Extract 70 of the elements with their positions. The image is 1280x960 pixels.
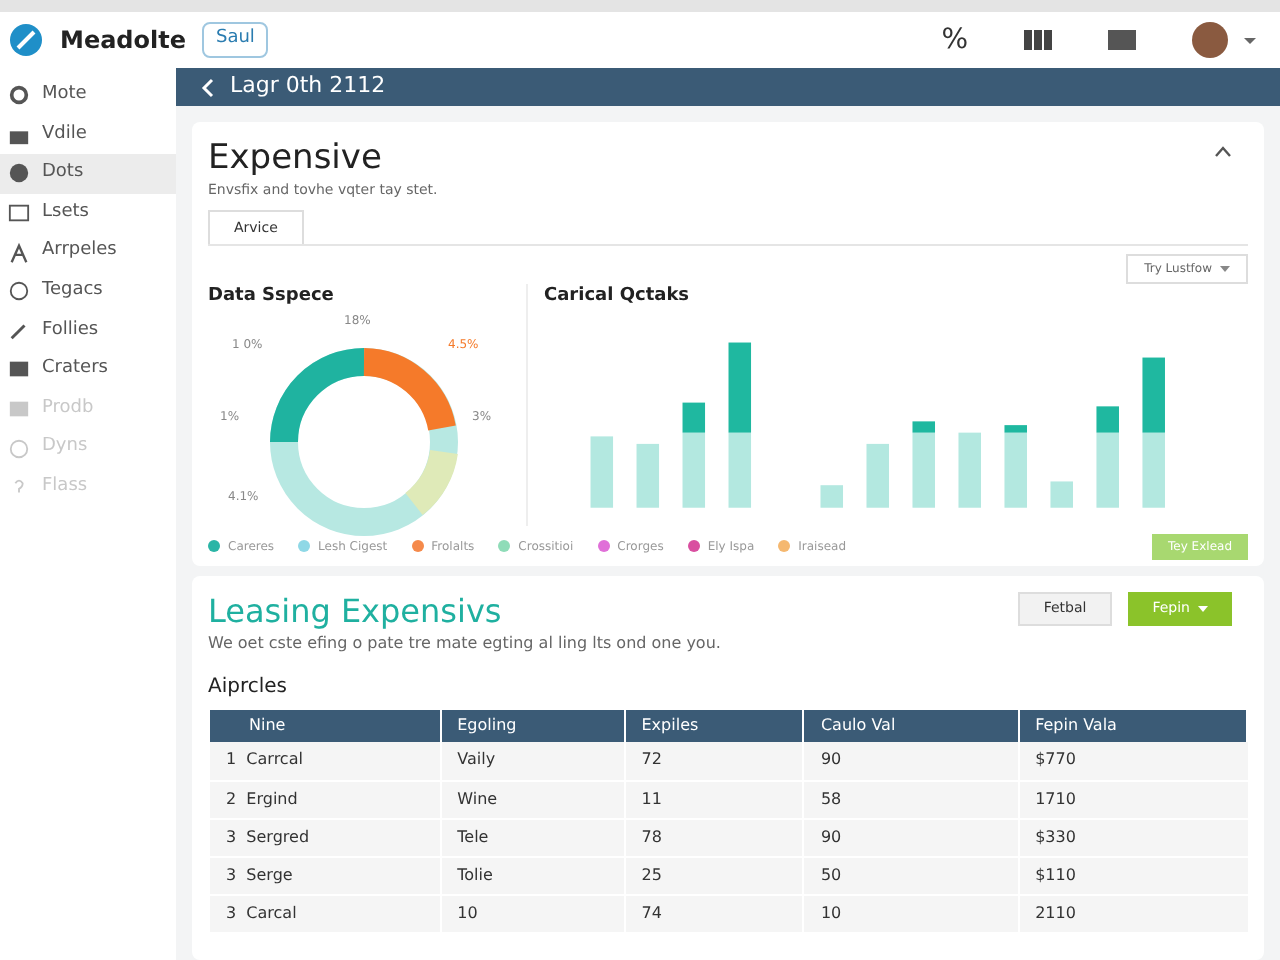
- table-cell: 3 Carcal: [209, 894, 441, 932]
- table-cell: 25: [624, 856, 804, 894]
- avatar[interactable]: [1192, 22, 1228, 58]
- page-title: Lagr 0th 2112: [230, 70, 386, 103]
- table-cell: $770: [1018, 742, 1247, 780]
- app-name: Meadolte: [60, 24, 186, 58]
- table-cell: 58: [803, 780, 1019, 818]
- table-cell: 3 Serge: [209, 856, 441, 894]
- square-icon: [8, 398, 30, 421]
- pin-icon: [8, 241, 30, 264]
- chart-bar: [636, 443, 660, 508]
- section-title: Aiprcles: [208, 674, 289, 702]
- table-cell: 3 Sergred: [209, 818, 441, 856]
- dot-icon: [8, 162, 30, 185]
- table-cell: Tele: [440, 818, 625, 856]
- table-cell: $330: [1018, 818, 1247, 856]
- caret-icon[interactable]: [1244, 37, 1256, 43]
- chart-title: Data Sspece: [208, 284, 336, 311]
- table-cell: 90: [803, 742, 1019, 780]
- chart-bar: [1142, 357, 1165, 433]
- chart-bar: [728, 432, 752, 508]
- table-cell: 72: [624, 742, 804, 780]
- chart-bar: [1050, 480, 1073, 508]
- chart-bar: [820, 484, 844, 508]
- table-cell: Wine: [440, 780, 625, 818]
- app-badge: Saul: [202, 22, 269, 58]
- caret-icon: [1220, 266, 1230, 273]
- caret-icon: [1198, 605, 1208, 612]
- table-cell: 2110: [1018, 894, 1247, 932]
- sidebar-item[interactable]: Craters: [0, 350, 176, 390]
- sidebar-item[interactable]: Tegacs: [0, 271, 176, 312]
- logo-icon: [8, 22, 44, 58]
- table-cell: 10: [440, 894, 625, 932]
- circle-icon: [8, 437, 30, 460]
- table-cell: $110: [1018, 856, 1247, 894]
- card-title: Expensive: [208, 138, 384, 181]
- table-cell: 74: [624, 894, 804, 932]
- square-icon: [8, 358, 30, 381]
- table-cell: 2 Ergind: [209, 780, 441, 818]
- list-icon: [8, 202, 30, 225]
- table-cell: 1710: [1018, 780, 1247, 818]
- collapse-icon[interactable]: [1214, 146, 1232, 158]
- chart-bar: [590, 435, 614, 508]
- table-cell: Vaily: [440, 742, 625, 780]
- table-cell: 11: [624, 780, 804, 818]
- circle-icon: [8, 280, 30, 303]
- card-title: Leasing Expensivs: [208, 592, 504, 632]
- percent-button[interactable]: %: [941, 19, 968, 61]
- grid-icon[interactable]: [1024, 30, 1052, 50]
- table-cell: 50: [803, 856, 1019, 894]
- chart-title: Carical Qctaks: [544, 284, 692, 311]
- table-cell: 10: [803, 894, 1019, 932]
- table-cell: 78: [624, 818, 804, 856]
- sidebar-item[interactable]: Mote: [0, 76, 176, 116]
- back-icon[interactable]: [200, 77, 214, 97]
- sidebar-item[interactable]: Vdile: [0, 115, 176, 155]
- chart-bar: [728, 342, 752, 433]
- sidebar-item[interactable]: Lsets: [0, 193, 176, 233]
- gear-icon: [8, 84, 30, 107]
- chart-bar: [958, 432, 981, 508]
- sidebar-item[interactable]: Dots: [0, 154, 176, 194]
- chart-bar: [1142, 432, 1165, 508]
- table-cell: 90: [803, 818, 1019, 856]
- table-cell: 1 Carrcal: [209, 742, 441, 780]
- pen-icon: [8, 319, 30, 342]
- card-subtitle: We oet cste efing o pate tre mate egting al ling lts ond one you.: [208, 632, 723, 656]
- sidebar-item[interactable]: Arrpeles: [0, 232, 176, 272]
- chart-bar: [866, 443, 889, 508]
- table-cell: Tolie: [440, 856, 625, 894]
- sidebar-item[interactable]: Follies: [0, 311, 176, 351]
